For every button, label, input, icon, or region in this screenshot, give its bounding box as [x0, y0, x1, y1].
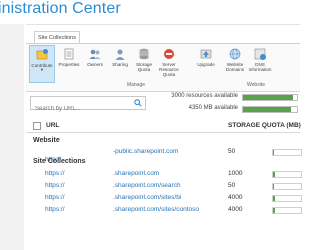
usage-bar	[272, 183, 302, 190]
storage-quota-value: 4000	[228, 194, 243, 201]
ribbon-toolbar: Contribute ▼ Properties Owners Sharing S…	[26, 43, 300, 92]
server-resources-available: 3000 resources available	[171, 93, 238, 99]
server-resource-quota-button[interactable]: Server Resource Quota	[157, 45, 181, 81]
usage-bar	[272, 195, 302, 202]
usage-bar-fill	[273, 150, 274, 155]
site-collections-section-title: Site Collections	[33, 158, 86, 165]
database-icon	[139, 48, 149, 60]
website-group-label: Website	[247, 82, 265, 88]
site-url-suffix[interactable]: -public.sharepoint.com	[113, 148, 178, 155]
storage-quota-column-header[interactable]: STORAGE QUOTA (MB)	[228, 122, 301, 129]
owners-button[interactable]: Owners	[83, 45, 107, 81]
usage-bar-fill	[273, 196, 275, 201]
storage-available: 4350 MB available	[188, 105, 238, 111]
sharing-label: Sharing	[112, 62, 128, 67]
website-domains-label: Website Domains	[225, 62, 245, 72]
search-input[interactable]	[31, 103, 134, 115]
sharing-button[interactable]: Sharing	[108, 45, 132, 81]
new-site-icon	[36, 49, 48, 60]
usage-bar	[272, 149, 302, 156]
contribute-button[interactable]: Contribute ▼	[29, 45, 55, 83]
dns-info-icon	[254, 48, 266, 60]
usage-bar-fill	[273, 208, 275, 213]
site-url-prefix[interactable]: https://	[45, 182, 65, 189]
server-resources-bar	[242, 94, 298, 101]
storage-quota-label: Storage Quota	[135, 62, 153, 72]
properties-button[interactable]: Properties	[57, 45, 81, 81]
url-column-header[interactable]: URL	[46, 122, 59, 129]
storage-bar	[242, 106, 298, 113]
site-url-prefix[interactable]: https://	[45, 170, 65, 177]
storage-bar-fill	[243, 107, 291, 112]
manage-group-label: Manage	[126, 82, 146, 88]
header-divider	[26, 132, 300, 133]
dns-information-label: DNS Information	[248, 62, 272, 72]
upgrade-icon	[200, 49, 212, 59]
left-nav-strip	[0, 24, 24, 250]
owners-icon	[89, 49, 101, 59]
search-icon[interactable]	[134, 99, 142, 107]
sharing-icon	[115, 49, 125, 60]
server-resource-icon	[164, 49, 174, 59]
storage-quota-value: 50	[228, 148, 236, 155]
usage-bar-fill	[273, 172, 275, 177]
website-section-title: Website	[33, 137, 60, 144]
storage-quota-value: 1000	[228, 170, 243, 177]
site-url-suffix[interactable]: .sharepoint.com/sites/bi	[113, 194, 181, 201]
page-title: inistration Center	[0, 0, 121, 17]
storage-quota-button[interactable]: Storage Quota	[132, 45, 156, 81]
site-url-suffix[interactable]: .sharepoint.com/sites/contoso	[113, 206, 199, 213]
usage-bar-fill	[273, 184, 274, 189]
upgrade-button[interactable]: Upgrade	[194, 45, 218, 81]
usage-bar	[272, 207, 302, 214]
server-resources-bar-fill	[243, 95, 293, 100]
globe-icon	[229, 48, 241, 60]
site-url-suffix[interactable]: .sharepoint.com	[113, 170, 159, 177]
upgrade-label: Upgrade	[197, 62, 215, 67]
usage-bar	[272, 171, 302, 178]
owners-label: Owners	[87, 62, 103, 67]
properties-icon	[64, 48, 74, 60]
website-domains-button[interactable]: Website Domains	[223, 45, 247, 81]
chevron-down-icon: ▼	[40, 67, 44, 72]
server-resource-quota-label: Server Resource Quota	[159, 62, 179, 77]
storage-quota-value: 50	[228, 182, 236, 189]
search-box	[30, 96, 146, 115]
site-url-prefix[interactable]: https://	[45, 206, 65, 213]
properties-label: Properties	[58, 62, 80, 67]
storage-quota-value: 4000	[228, 206, 243, 213]
select-all-checkbox[interactable]	[33, 122, 41, 130]
dns-information-button[interactable]: DNS Information	[248, 45, 272, 81]
site-url-suffix[interactable]: .sharepoint.com/search	[113, 182, 181, 189]
site-url-prefix[interactable]: https://	[45, 194, 65, 201]
